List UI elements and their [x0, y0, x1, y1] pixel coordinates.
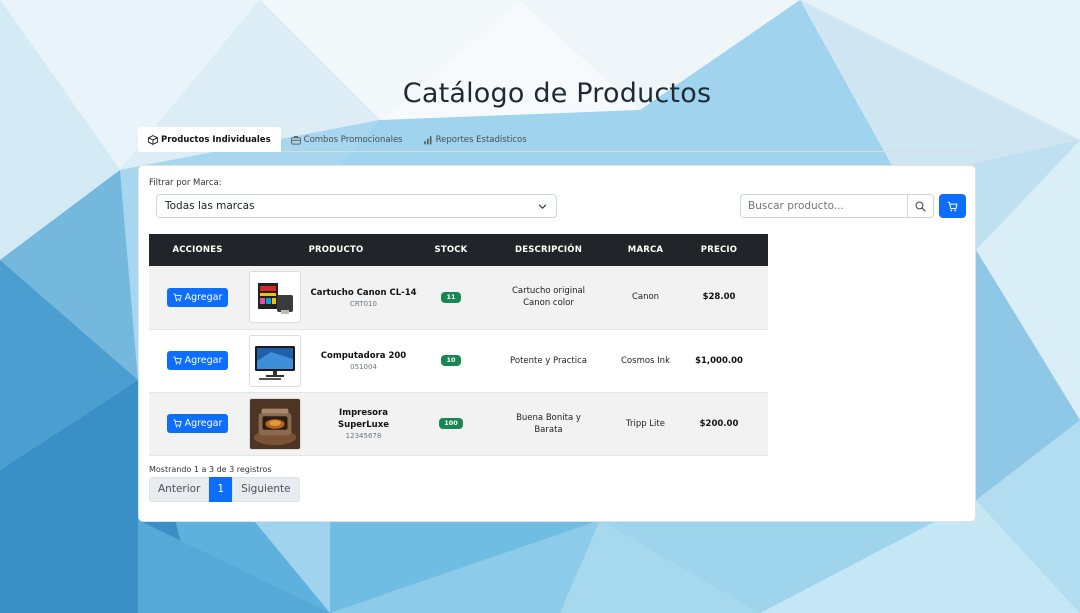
stock-badge: 100 [439, 418, 463, 429]
add-to-cart-button[interactable]: Agregar [166, 351, 229, 370]
search-button[interactable] [907, 194, 934, 218]
cart-button[interactable] [939, 194, 966, 218]
product-code: 12345678 [345, 432, 382, 440]
stock-badge: 11 [441, 291, 461, 303]
cart-icon [173, 419, 182, 428]
brand-filter-select[interactable]: Todas las marcas [156, 194, 557, 218]
search-input[interactable] [740, 194, 907, 218]
stock-badge: 10 [441, 355, 461, 366]
product-name: Computadora 200 [320, 351, 407, 361]
col-header-marca: MARCA [627, 245, 664, 255]
bar-chart-icon [423, 135, 432, 144]
chevron-down-icon [538, 204, 547, 209]
col-header-stock: STOCK [434, 245, 468, 255]
pagination: Anterior 1 Siguiente [149, 477, 300, 502]
tab-combos-promocionales[interactable]: Combos Promocionales [281, 127, 413, 152]
product-code: 051004 [350, 363, 377, 371]
pagination-page-button[interactable]: 1 [209, 477, 233, 502]
table-row: Agregar [149, 392, 768, 455]
ink-cartridge-image [258, 283, 293, 315]
tab-label: Reportes Estadísticos [435, 134, 527, 145]
tab-label: Combos Promocionales [303, 134, 403, 145]
add-button-label: Agregar [184, 418, 223, 429]
add-to-cart-button[interactable]: Agregar [166, 414, 229, 433]
product-image [249, 397, 301, 450]
add-to-cart-button[interactable]: Agregar [166, 287, 229, 307]
products-table: ACCIONES PRODUCTO STOCK DESCRIPCIÓN MARC… [149, 234, 768, 456]
desktop-computer-image [255, 345, 295, 380]
product-name: Impresora SuperLuxe [338, 408, 389, 430]
box-icon [148, 134, 158, 145]
col-header-descripcion: DESCRIPCIÓN [514, 245, 583, 255]
tab-reportes-estadisticos[interactable]: Reportes Estadísticos [413, 127, 537, 152]
catalog-card: Filtrar por Marca: Todas las marcas ACCI… [138, 165, 976, 522]
col-header-precio: PRECIO [700, 245, 738, 255]
pagination-prev-button[interactable]: Anterior [149, 477, 210, 502]
product-price: $28.00 [702, 292, 736, 303]
filter-label: Filtrar por Marca: [149, 178, 222, 188]
tab-label: Productos Individuales [161, 134, 271, 145]
brand-filter-value: Todas las marcas [165, 200, 255, 212]
add-button-label: Agregar [184, 291, 223, 303]
table-row: Agregar [149, 266, 768, 329]
product-brand: Canon [631, 292, 660, 303]
product-description: Cartucho original Canon color [511, 286, 586, 309]
col-header-acciones: ACCIONES [172, 245, 223, 255]
briefcase-icon [290, 135, 301, 144]
product-image [249, 271, 301, 324]
product-brand: Tripp Lite [626, 418, 665, 429]
cart-icon [173, 293, 182, 302]
printer-photo-image [250, 398, 300, 449]
cart-icon [947, 201, 958, 211]
product-price: $1,000.00 [695, 355, 743, 366]
add-button-label: Agregar [184, 355, 223, 366]
tab-productos-individuales[interactable]: Productos Individuales [138, 127, 281, 152]
product-code: CRT010 [350, 299, 377, 308]
col-header-producto: PRODUCTO [308, 245, 364, 255]
search-icon [915, 201, 926, 212]
product-brand: Cosmos Ink [621, 355, 670, 366]
product-name: Cartucho Canon CL-14 [310, 287, 417, 298]
product-description: Potente y Practica [510, 355, 587, 366]
tab-bar: Productos Individuales Combos Promociona… [138, 127, 537, 152]
product-description: Buena Bonita y Barata [516, 412, 581, 435]
page-title: Catálogo de Productos [402, 78, 712, 109]
pagination-next-button[interactable]: Siguiente [232, 477, 300, 502]
table-row: Agregar [149, 329, 768, 392]
pagination-info: Mostrando 1 a 3 de 3 registros [149, 465, 272, 474]
product-image [249, 334, 301, 387]
table-header-row: ACCIONES PRODUCTO STOCK DESCRIPCIÓN MARC… [149, 234, 768, 266]
product-price: $200.00 [699, 418, 739, 429]
cart-icon [173, 356, 182, 365]
